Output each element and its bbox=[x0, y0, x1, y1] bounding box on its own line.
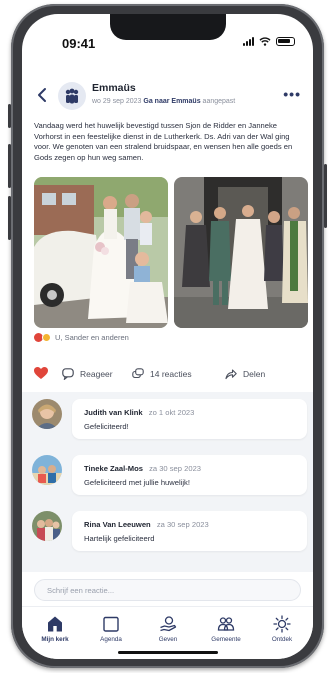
wifi-icon bbox=[259, 37, 271, 46]
comment-date: za 30 sep 2023 bbox=[156, 520, 209, 529]
reply-label: Reageer bbox=[80, 369, 113, 379]
wedding-photo-church[interactable] bbox=[174, 177, 308, 328]
giving-icon bbox=[160, 616, 177, 632]
battery-icon bbox=[276, 37, 295, 46]
side-button bbox=[8, 104, 11, 128]
tab-label: Gemeente bbox=[211, 636, 241, 643]
people-logo-icon bbox=[65, 88, 79, 104]
comment-author[interactable]: Judith van Klink bbox=[84, 408, 143, 417]
back-arrow-icon[interactable] bbox=[36, 86, 50, 104]
tab-label: Ontdek bbox=[271, 636, 293, 643]
wedding-photo-car[interactable] bbox=[34, 177, 168, 328]
post-meta: wo 29 sep 2023 Ga naar Emmaüs aangepast bbox=[92, 98, 235, 105]
notch bbox=[110, 14, 226, 40]
commenter-avatar[interactable] bbox=[32, 399, 62, 429]
calendar-icon bbox=[103, 616, 119, 632]
discover-icon bbox=[273, 615, 291, 633]
reactions-count: 14 reacties bbox=[150, 369, 192, 379]
more-options-icon[interactable]: ••• bbox=[283, 86, 301, 102]
post-date: wo 29 sep 2023 bbox=[92, 98, 142, 105]
share-label: Delen bbox=[243, 369, 266, 379]
post-actions: Reageer 14 reacties Delen bbox=[22, 364, 313, 388]
comments-icon bbox=[132, 368, 144, 379]
comment-text: Gefeliciteerd! bbox=[84, 422, 129, 431]
comment-date: zo 1 okt 2023 bbox=[148, 408, 195, 417]
status-icons bbox=[243, 37, 295, 46]
app-screen: 09:41 Emmaüs wo 29 sep 2023 Ga naar Emma… bbox=[22, 14, 313, 659]
power-button bbox=[324, 164, 327, 228]
share-arrow-icon bbox=[225, 369, 237, 380]
status-time: 09:41 bbox=[62, 36, 96, 51]
comment-author[interactable]: Tineke Zaal-Mos bbox=[84, 464, 143, 473]
volume-down-button bbox=[8, 196, 11, 240]
clap-reaction-icon bbox=[42, 333, 51, 342]
reply-button[interactable]: Reageer bbox=[62, 368, 113, 380]
church-icon bbox=[48, 616, 62, 632]
comments-list: Judith van Klink zo 1 okt 2023 Gefelicit… bbox=[22, 392, 313, 572]
cellular-signal-icon bbox=[243, 37, 254, 46]
comment-bubble: Judith van Klink zo 1 okt 2023 Gefelicit… bbox=[72, 399, 307, 439]
home-indicator bbox=[118, 651, 218, 654]
post-header: Emmaüs wo 29 sep 2023 Ga naar Emmaüs aan… bbox=[22, 78, 313, 112]
edited-label: aangepast bbox=[202, 98, 236, 105]
commenter-avatar[interactable] bbox=[32, 511, 62, 541]
volume-up-button bbox=[8, 144, 11, 188]
reactions-button[interactable]: 14 reacties bbox=[132, 368, 192, 380]
likes-summary[interactable]: U, Sander en anderen bbox=[34, 333, 129, 342]
tab-label: Mijn kerk bbox=[41, 636, 69, 643]
comment-bubble: Rina Van Leeuwen za 30 sep 2023 Hartelij… bbox=[72, 511, 307, 551]
comment-bubble-icon bbox=[62, 368, 74, 380]
go-to-group-link[interactable]: Ga naar Emmaüs bbox=[143, 98, 200, 105]
commenter-avatar[interactable] bbox=[32, 455, 62, 485]
post-author[interactable]: Emmaüs bbox=[92, 82, 136, 94]
share-button[interactable]: Delen bbox=[225, 368, 265, 380]
comment-date: za 30 sep 2023 bbox=[149, 464, 202, 473]
org-avatar[interactable] bbox=[58, 82, 86, 110]
tab-mijn-kerk[interactable]: Mijn kerk bbox=[26, 615, 84, 643]
tab-gemeente[interactable]: Gemeente bbox=[197, 615, 255, 643]
post-body: Vandaag werd het huwelijk bevestigd tuss… bbox=[34, 121, 293, 162]
reply-area bbox=[22, 572, 313, 606]
community-icon bbox=[217, 617, 235, 631]
comment-text: Gefeliciteerd met jullie huwelijk! bbox=[84, 478, 190, 487]
comment-author[interactable]: Rina Van Leeuwen bbox=[84, 520, 151, 529]
tab-ontdek[interactable]: Ontdek bbox=[253, 615, 311, 643]
likes-text: U, Sander en anderen bbox=[55, 333, 129, 342]
comment-text: Hartelijk gefeliciteerd bbox=[84, 534, 155, 543]
comment-bubble: Tineke Zaal-Mos za 30 sep 2023 Gefelicit… bbox=[72, 455, 307, 495]
tab-label: Agenda bbox=[100, 636, 122, 643]
reply-input[interactable] bbox=[34, 579, 301, 601]
tab-bar: Mijn kerk Agenda Geven Gemeente Ontdek bbox=[22, 606, 313, 659]
like-heart-icon[interactable] bbox=[34, 367, 48, 380]
tab-label: Geven bbox=[158, 636, 178, 643]
tab-geven[interactable]: Geven bbox=[139, 615, 197, 643]
tab-agenda[interactable]: Agenda bbox=[82, 615, 140, 643]
